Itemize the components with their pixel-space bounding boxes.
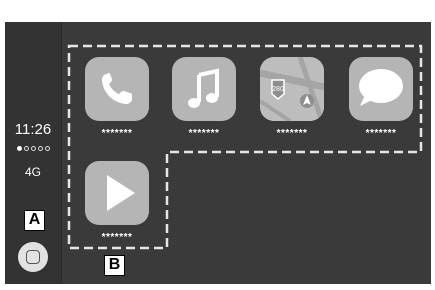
home-square-icon (26, 250, 40, 264)
page-dot (45, 146, 50, 151)
sidebar-divider (61, 22, 62, 284)
maps-icon: 280 (260, 57, 324, 121)
messages-icon (349, 57, 413, 121)
network-status: 4G (24, 165, 41, 179)
page-dot-active (17, 146, 22, 151)
route-badge-label: 280 (272, 86, 284, 93)
callout-a: A (24, 210, 45, 231)
play-icon (85, 161, 149, 225)
app-label: ******* (188, 128, 220, 139)
app-label: ******* (365, 128, 397, 139)
app-label: ******* (101, 128, 133, 139)
callout-b: B (104, 255, 125, 276)
phone-icon (85, 57, 149, 121)
sidebar: 11:26 4G (5, 22, 61, 284)
app-label: ******* (101, 232, 133, 243)
status-time: 11:26 (14, 121, 52, 138)
page-dot (38, 146, 43, 151)
music-icon (172, 57, 236, 121)
carplay-screen: 11:26 4G ******* ******* 280 ******* ***… (5, 22, 431, 284)
page-dot (31, 146, 36, 151)
home-button[interactable] (18, 242, 48, 272)
page-indicator (17, 146, 50, 151)
app-label: ******* (276, 128, 308, 139)
page-dot (24, 146, 29, 151)
